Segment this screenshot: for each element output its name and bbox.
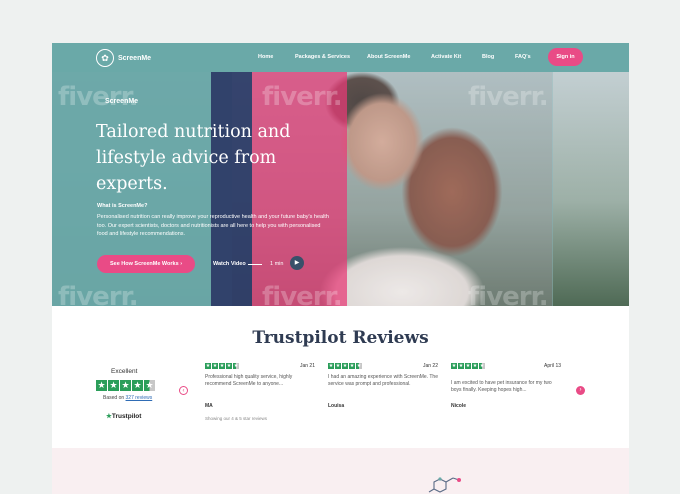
- watermark: fiverr.: [262, 282, 343, 306]
- star-icon: ★: [108, 380, 119, 391]
- next-section-band: [52, 448, 629, 494]
- star-icon: ★: [328, 363, 334, 369]
- website-mockup: ✿ ScreenMe Home Packages & Services Abou…: [52, 43, 629, 448]
- review-stars: ★ ★ ★ ★ ★: [205, 363, 315, 369]
- see-how-button[interactable]: See How ScreenMe Works ›: [97, 255, 195, 273]
- reviewer-name: MA: [205, 403, 213, 409]
- review-stars: ★ ★ ★ ★ ★: [328, 363, 438, 369]
- watermark: fiverr.: [468, 82, 549, 112]
- star-icon: ★: [226, 363, 232, 369]
- star-icon: ★: [132, 380, 143, 391]
- star-icon: ★: [451, 363, 457, 369]
- carousel-next-button[interactable]: ›: [576, 386, 585, 395]
- see-how-button-label: See How ScreenMe Works: [109, 261, 179, 267]
- reviewer-name: Louisa: [328, 403, 345, 409]
- reviews-filter-note: Showing our 4 & 5 star reviews: [205, 416, 268, 421]
- nav-link-home[interactable]: Home: [258, 54, 273, 60]
- hero-title: Tailored nutrition and lifestyle advice …: [96, 122, 291, 194]
- leaf-logo-icon: ✿: [96, 49, 114, 67]
- star-icon: ★: [458, 363, 464, 369]
- star-half-icon: ★: [233, 363, 239, 369]
- sign-in-button[interactable]: Sign in: [548, 48, 583, 66]
- molecule-icon: [428, 477, 461, 493]
- video-duration: 1 min: [270, 261, 284, 267]
- watch-video-link[interactable]: Watch Video: [213, 261, 246, 267]
- hero-subtitle: What is ScreenMe?: [97, 203, 148, 209]
- nav-link-blog[interactable]: Blog: [482, 54, 494, 60]
- hero-brand: ScreenMe: [105, 98, 139, 105]
- review-date: Jan 22: [422, 363, 438, 369]
- review-card: ★ ★ ★ ★ ★ April 13 I am excited to have pet …: [451, 363, 561, 409]
- watermark: fiverr.: [262, 82, 343, 112]
- hero-section: fiverr. fiverr. fiverr. fiverr. fiverr. …: [52, 72, 629, 306]
- trustpilot-review-count: Based on 327 reviews: [103, 395, 153, 401]
- reviews-title: Trustpilot Reviews: [252, 328, 429, 348]
- star-icon: ★: [349, 363, 355, 369]
- watermark: fiverr.: [468, 282, 549, 306]
- review-card: ★ ★ ★ ★ ★ Jan 21 Professional high quality s…: [205, 363, 315, 409]
- review-text: I had an amazing experience with ScreenM…: [328, 374, 438, 387]
- logo-text: ScreenMe: [118, 54, 152, 62]
- star-icon: ★: [342, 363, 348, 369]
- divider: [248, 264, 262, 265]
- star-half-icon: ★: [144, 380, 155, 391]
- star-icon: ★: [219, 363, 225, 369]
- star-icon: ★: [335, 363, 341, 369]
- play-icon[interactable]: ▶: [290, 256, 304, 270]
- star-half-icon: ★: [356, 363, 362, 369]
- nav-link-faqs[interactable]: FAQ's: [515, 54, 531, 60]
- review-date: April 13: [544, 363, 561, 369]
- nav-link-activate-kit[interactable]: Activate Kit: [431, 54, 461, 60]
- star-icon: ★: [212, 363, 218, 369]
- nav-link-about[interactable]: About ScreenMe: [367, 54, 410, 60]
- star-icon: ★: [120, 380, 131, 391]
- star-icon: ★: [472, 363, 478, 369]
- watermark: fiverr.: [58, 282, 139, 306]
- carousel-prev-button[interactable]: ‹: [179, 386, 188, 395]
- nav-link-packages[interactable]: Packages & Services: [295, 54, 350, 60]
- review-text: I am excited to have pet insurance for m…: [451, 380, 552, 393]
- hero-description: Personalised nutrition can really improv…: [97, 214, 329, 237]
- trustpilot-logo[interactable]: ★Trustpilot: [106, 412, 141, 420]
- star-icon: ★: [465, 363, 471, 369]
- reviews-count-link[interactable]: 327 reviews: [126, 395, 153, 401]
- reviewer-name: Nicole: [451, 403, 467, 409]
- review-card: ★ ★ ★ ★ ★ Jan 22 I had an amazing experience…: [328, 363, 438, 409]
- star-icon: ★: [96, 380, 107, 391]
- review-text: Professional high quality service, highl…: [205, 374, 293, 387]
- star-icon: ★: [205, 363, 211, 369]
- review-date: Jan 21: [299, 363, 315, 369]
- watermark: fiverr.: [58, 82, 139, 112]
- logo[interactable]: ✿ ScreenMe: [96, 49, 151, 67]
- trustpilot-stars: ★ ★ ★ ★ ★: [96, 380, 155, 391]
- chevron-right-icon: ›: [180, 261, 183, 267]
- star-half-icon: ★: [479, 363, 485, 369]
- top-navbar: ✿ ScreenMe Home Packages & Services Abou…: [52, 43, 629, 72]
- trustpilot-rating-label: Excellent: [111, 368, 138, 375]
